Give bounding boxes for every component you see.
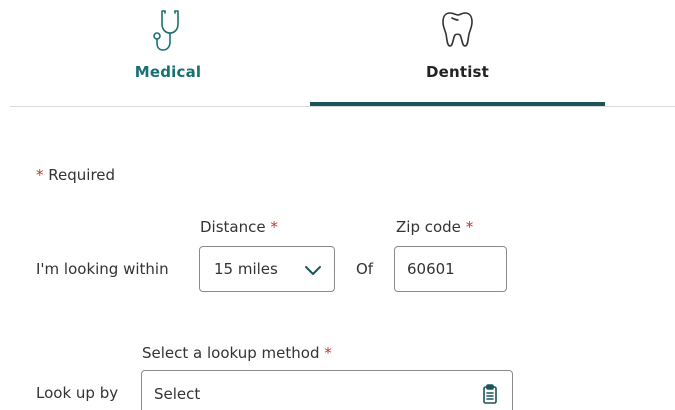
lookup-method-label: Select a lookup method * (142, 344, 332, 362)
required-note: * Required (36, 166, 115, 184)
lookup-method-required-asterisk: * (324, 344, 332, 362)
tab-dentist[interactable]: Dentist (310, 0, 605, 106)
distance-select[interactable]: 15 miles (199, 246, 335, 292)
distance-required-asterisk: * (270, 218, 278, 236)
distance-label: Distance * (200, 218, 278, 236)
zip-code-label-text: Zip code (396, 218, 461, 236)
distance-value: 15 miles (214, 260, 278, 278)
lookup-method-value: Select (154, 385, 201, 403)
stethoscope-icon (151, 8, 185, 58)
required-text: Required (43, 166, 116, 184)
chevron-down-icon (304, 263, 322, 281)
zip-code-input[interactable]: 60601 (394, 246, 507, 292)
tab-medical-label: Medical (134, 63, 202, 81)
zip-required-asterisk: * (465, 218, 474, 236)
zip-code-value: 60601 (407, 260, 455, 278)
distance-label-text: Distance (200, 218, 266, 236)
tooth-icon (441, 9, 475, 53)
clipboard-icon (482, 384, 498, 408)
tab-medical[interactable]: Medical (68, 0, 268, 106)
looking-within-label: I'm looking within (36, 260, 169, 278)
look-up-by-label: Look up by (36, 384, 119, 402)
tabs-divider (10, 106, 675, 107)
of-label: Of (356, 260, 374, 278)
tab-dentist-label: Dentist (425, 63, 490, 81)
required-asterisk: * (36, 166, 44, 184)
lookup-method-select[interactable]: Select (141, 370, 513, 410)
find-care-form: Medical Dentist * Required Distance * Zi… (0, 0, 675, 410)
zip-code-label: Zip code * (396, 218, 473, 236)
lookup-method-label-text: Select a lookup method (142, 344, 320, 362)
